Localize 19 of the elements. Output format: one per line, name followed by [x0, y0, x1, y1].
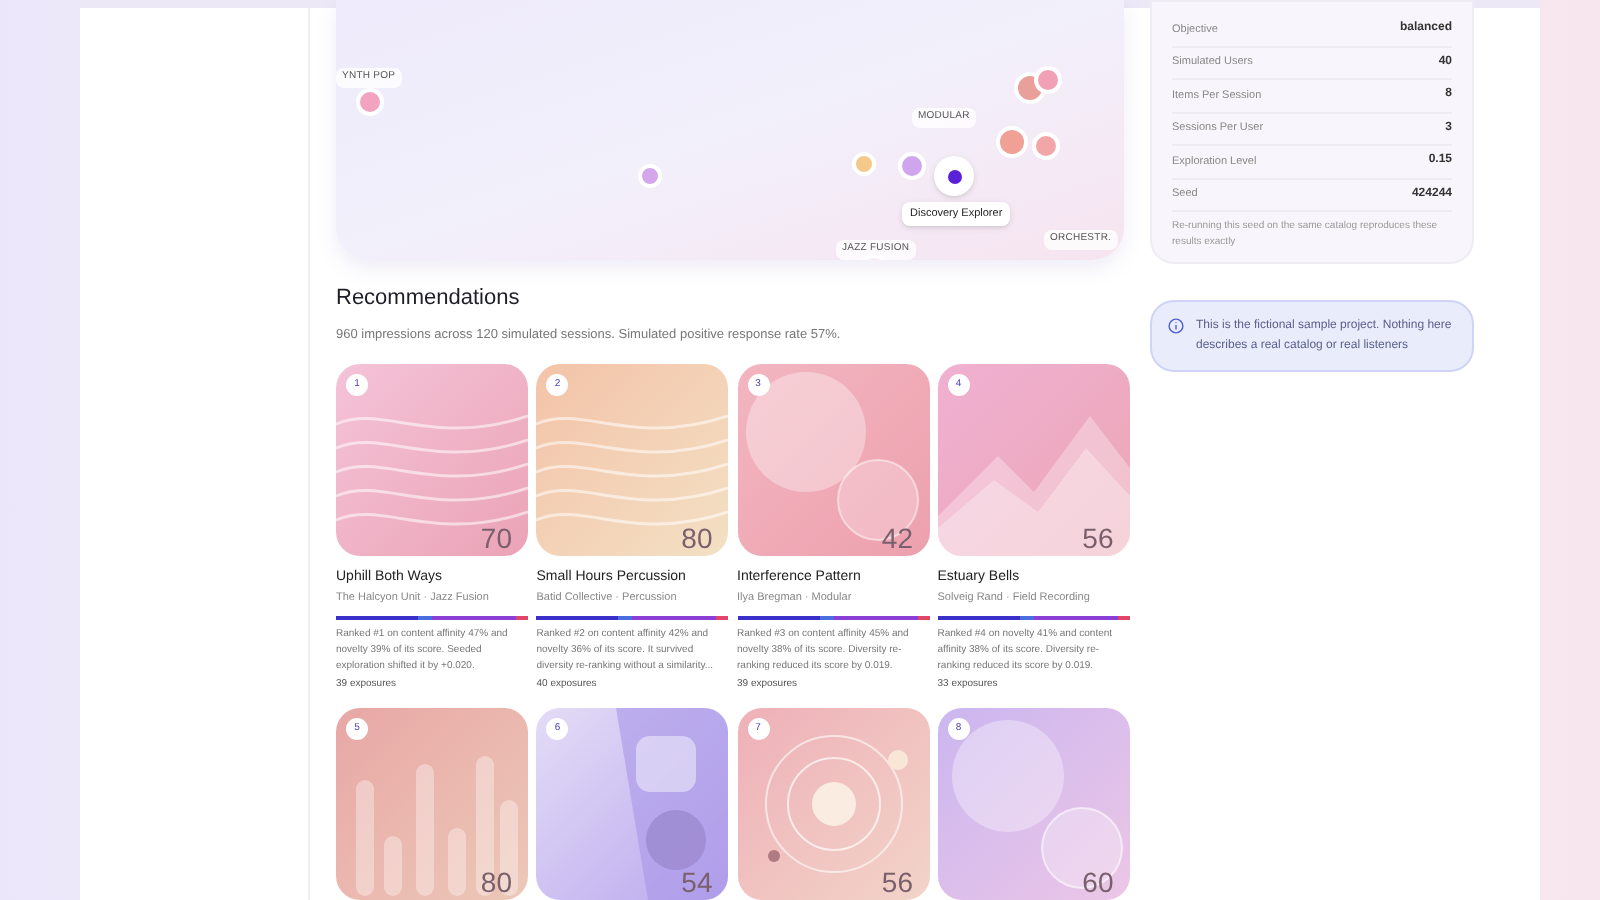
track-node[interactable] — [852, 152, 876, 176]
art-number: 70 — [480, 523, 512, 552]
track-node[interactable] — [356, 88, 384, 116]
track-node[interactable] — [638, 164, 662, 188]
art-number: 54 — [681, 868, 713, 896]
art-number: 42 — [881, 523, 913, 552]
art-number: 80 — [681, 523, 713, 552]
selected-node[interactable] — [934, 156, 974, 196]
track-node[interactable] — [1032, 132, 1060, 160]
art-number: 60 — [1082, 868, 1114, 896]
art-number: 80 — [480, 868, 512, 896]
art-number: 56 — [881, 868, 913, 896]
art-number: 56 — [1082, 523, 1114, 552]
info-icon — [1168, 318, 1184, 334]
section-title: Recommendations — [336, 283, 522, 313]
track-node[interactable] — [1034, 66, 1062, 94]
rounded-shapes-drawing — [636, 736, 707, 870]
track-node[interactable] — [996, 126, 1028, 158]
track-node[interactable] — [898, 152, 926, 180]
